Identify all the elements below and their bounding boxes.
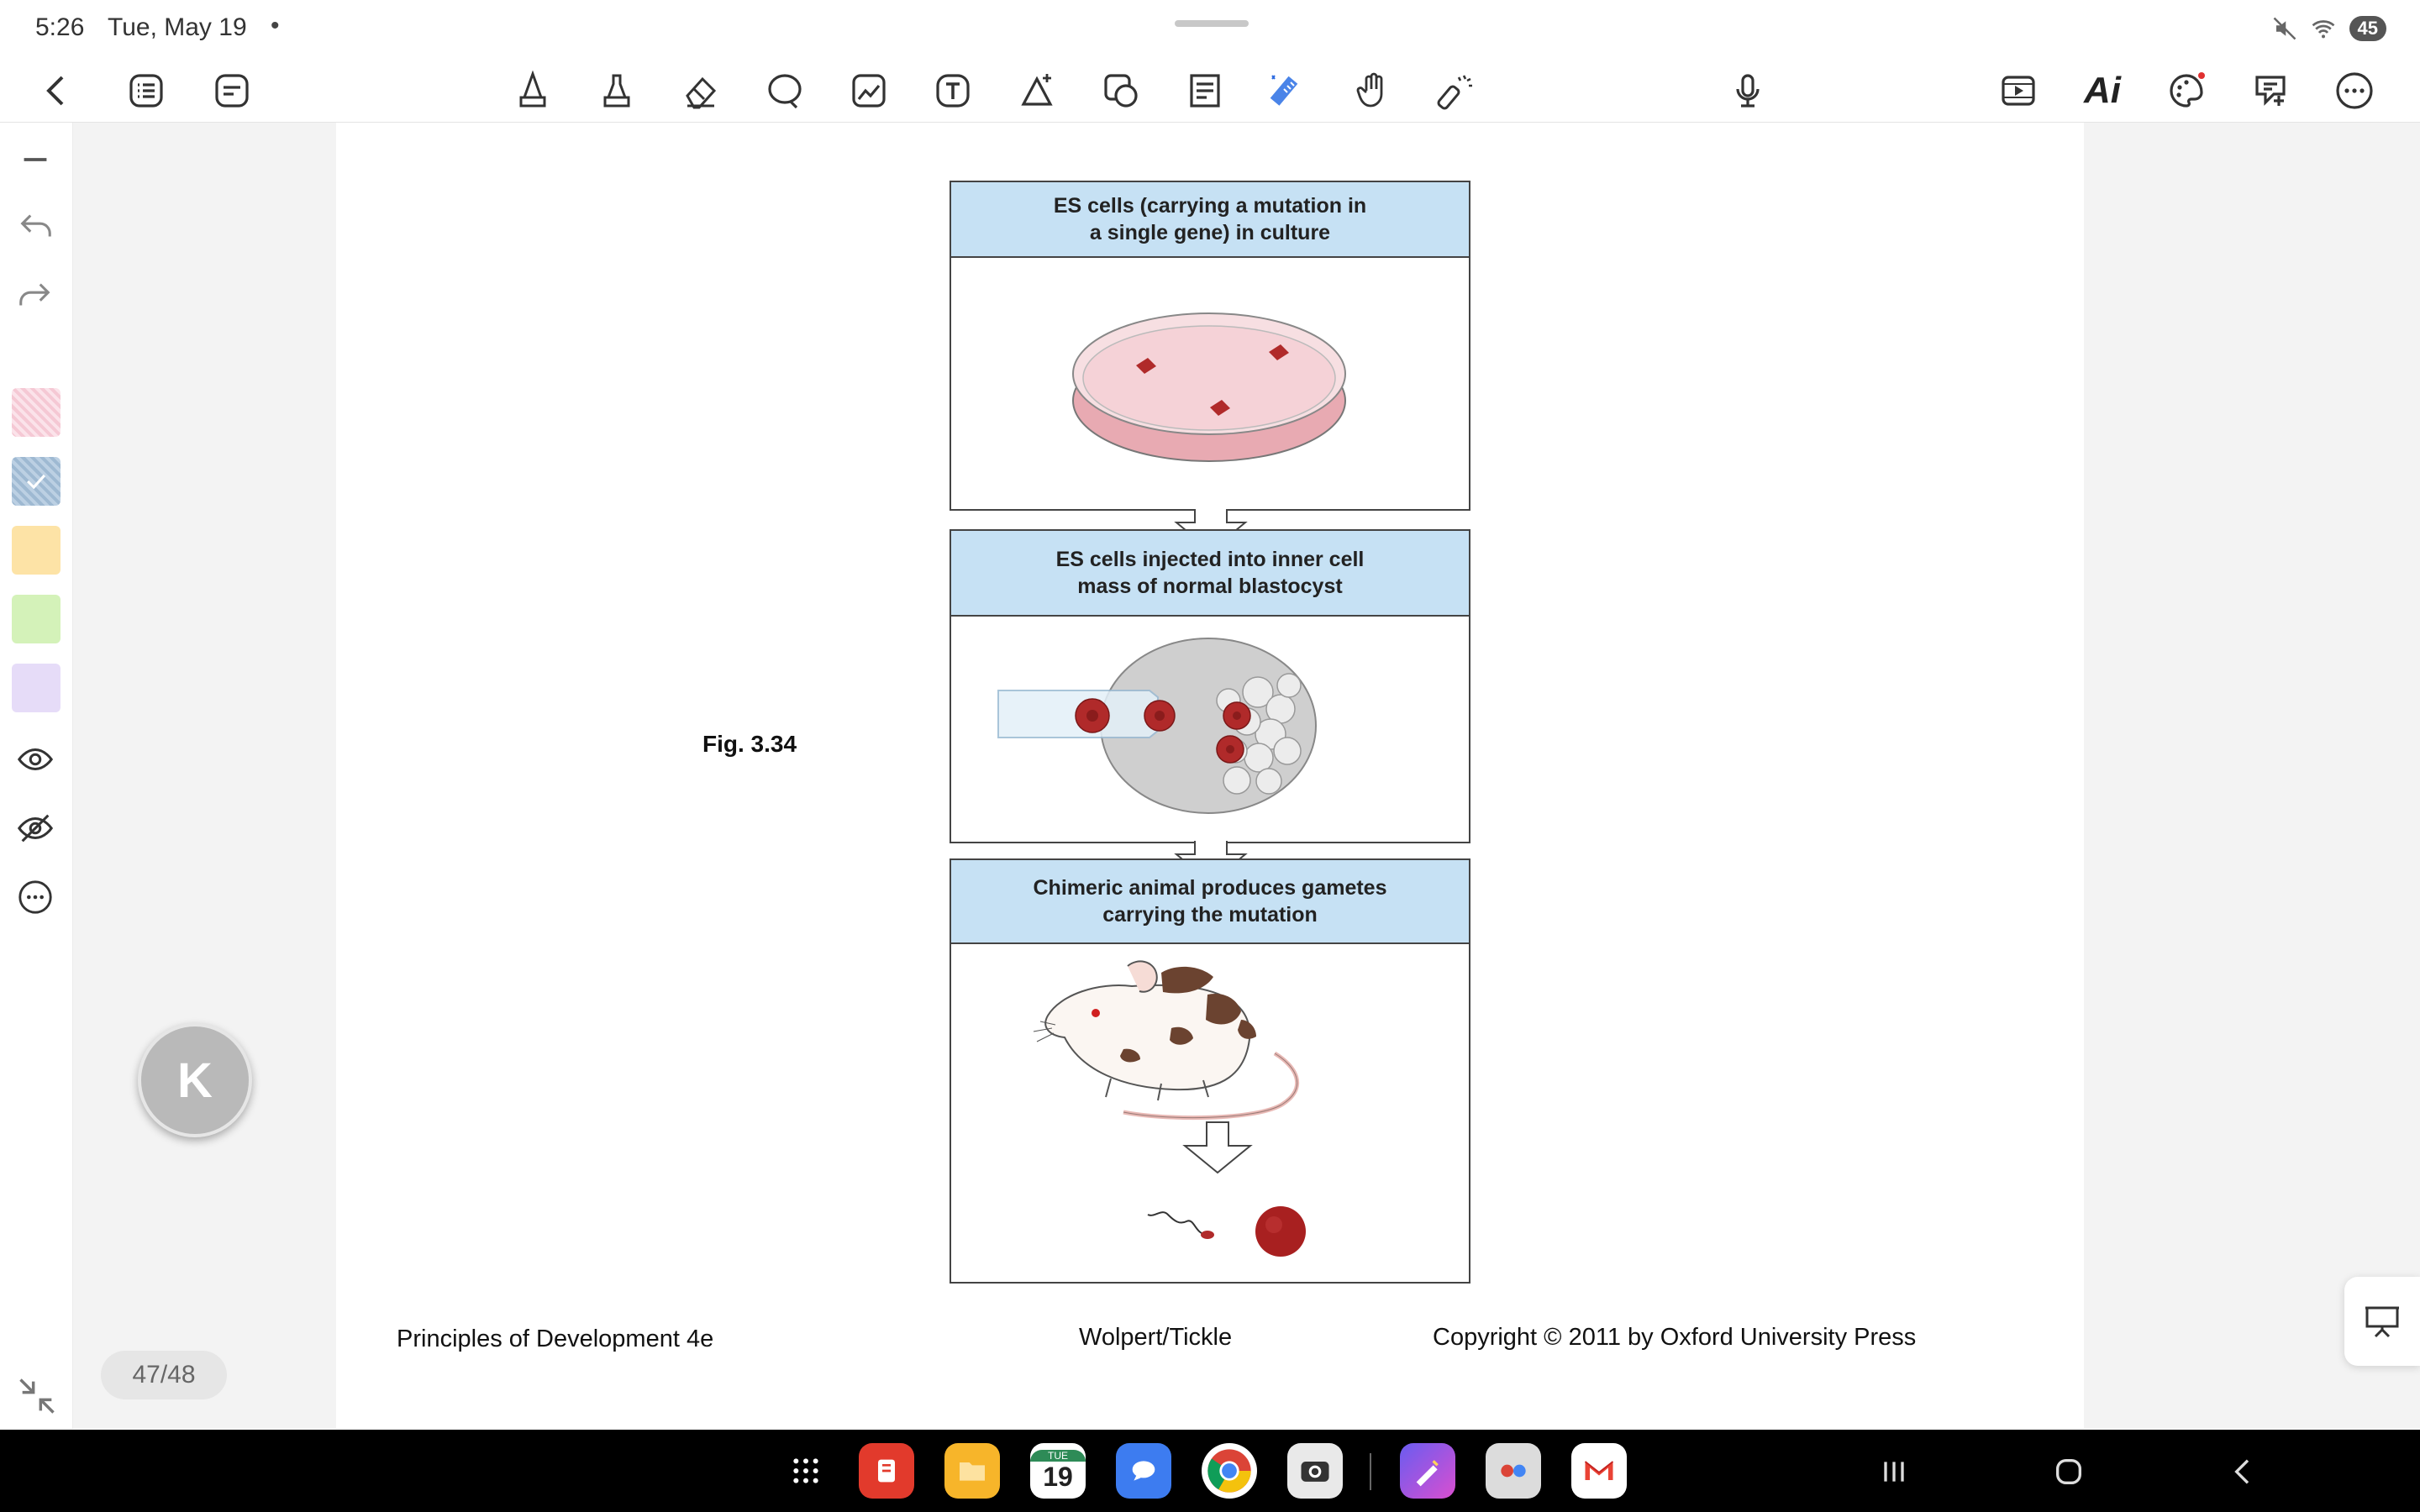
multi-app-icon[interactable] bbox=[1486, 1443, 1541, 1499]
app-drawer-icon[interactable] bbox=[778, 1443, 834, 1499]
calendar-app-icon[interactable]: TUE 19 bbox=[1030, 1443, 1086, 1499]
home-key[interactable] bbox=[2045, 1448, 2092, 1495]
shape-icon[interactable] bbox=[1012, 66, 1062, 116]
panel-heading-line: ES cells (carrying a mutation in bbox=[1053, 194, 1367, 218]
back-icon[interactable] bbox=[32, 66, 82, 116]
chimeric-mouse-illustration bbox=[1033, 960, 1306, 1257]
page-view-icon[interactable] bbox=[207, 66, 257, 116]
panel-heading-line: ES cells injected into inner cell bbox=[1055, 548, 1365, 571]
panel-heading: ES cells (carrying a mutation in a singl… bbox=[951, 182, 1469, 258]
collapse-icon[interactable] bbox=[15, 1374, 59, 1418]
green-swatch[interactable] bbox=[12, 595, 60, 643]
image-icon[interactable] bbox=[844, 66, 894, 116]
rail-more-icon[interactable] bbox=[8, 870, 62, 924]
page-counter[interactable]: 47/48 bbox=[101, 1351, 227, 1399]
gmail-app-icon[interactable] bbox=[1571, 1443, 1627, 1499]
status-bar: 5:26 Tue, May 19 • 45 bbox=[0, 0, 2420, 59]
dock-divider bbox=[1370, 1453, 1371, 1490]
hand-icon[interactable] bbox=[1348, 66, 1398, 116]
text-icon[interactable] bbox=[928, 66, 978, 116]
eye-icon[interactable] bbox=[8, 732, 62, 786]
system-nav-bar: TUE 19 bbox=[0, 1430, 2420, 1512]
add-note-icon[interactable] bbox=[2245, 66, 2296, 116]
undo-icon[interactable] bbox=[8, 200, 62, 254]
ai-icon[interactable]: Ai bbox=[2077, 66, 2128, 116]
minimize-icon[interactable] bbox=[8, 133, 62, 186]
panel-heading-line: a single gene) in culture bbox=[1089, 221, 1331, 244]
highlighter-icon[interactable] bbox=[592, 66, 642, 116]
template-icon[interactable] bbox=[1180, 66, 1230, 116]
ruler-icon[interactable] bbox=[1264, 66, 1314, 116]
toolbar: Ai bbox=[0, 59, 2420, 123]
recents-key[interactable] bbox=[1870, 1448, 1918, 1495]
panel-heading-line: mass of normal blastocyst bbox=[1077, 575, 1343, 598]
video-icon[interactable] bbox=[1993, 66, 2044, 116]
mute-icon bbox=[2273, 17, 2296, 40]
pen-icon[interactable] bbox=[508, 66, 558, 116]
wifi-icon bbox=[2312, 20, 2334, 39]
panel-heading-line: carrying the mutation bbox=[1102, 903, 1318, 927]
calendar-day: 19 bbox=[1043, 1461, 1073, 1492]
left-rail bbox=[0, 123, 73, 1429]
back-key[interactable] bbox=[2220, 1448, 2267, 1495]
laser-pointer-icon[interactable] bbox=[1432, 66, 1482, 116]
check-icon bbox=[26, 474, 46, 490]
blastocyst-illustration bbox=[997, 638, 1317, 814]
panel-blastocyst-injection: ES cells injected into inner cell mass o… bbox=[950, 529, 1470, 843]
chrome-app-icon[interactable] bbox=[1202, 1443, 1257, 1499]
window-drag-handle[interactable] bbox=[1175, 20, 1249, 27]
yellow-swatch[interactable] bbox=[12, 526, 60, 575]
panel-heading: ES cells injected into inner cell mass o… bbox=[951, 531, 1469, 617]
footer-book-title: Principles of Development 4e bbox=[397, 1326, 714, 1352]
petri-dish-illustration bbox=[1072, 312, 1346, 462]
list-icon[interactable] bbox=[121, 66, 171, 116]
footer-authors: Wolpert/Tickle bbox=[1079, 1324, 1233, 1351]
footer-copyright: Copyright © 2011 by Oxford University Pr… bbox=[1433, 1324, 1917, 1351]
camera-app-icon[interactable] bbox=[1287, 1443, 1343, 1499]
blue-swatch-selected[interactable] bbox=[12, 457, 60, 506]
lavender-swatch[interactable] bbox=[12, 664, 60, 712]
calendar-weekday: TUE bbox=[1030, 1449, 1086, 1462]
status-time: 5:26 bbox=[35, 13, 85, 41]
paint-app-icon[interactable] bbox=[1400, 1443, 1455, 1499]
panel-es-culture: ES cells (carrying a mutation in a singl… bbox=[950, 181, 1470, 511]
presentation-button[interactable] bbox=[2344, 1277, 2420, 1366]
status-icons: 45 bbox=[2272, 12, 2386, 45]
lasso-icon[interactable] bbox=[760, 66, 810, 116]
status-date: Tue, May 19 bbox=[108, 13, 247, 41]
eye-off-icon[interactable] bbox=[8, 801, 62, 855]
floating-k-button[interactable]: K bbox=[138, 1023, 252, 1137]
palette-icon[interactable] bbox=[2161, 66, 2212, 116]
presentation-icon bbox=[2365, 1306, 2399, 1338]
files-app-icon[interactable] bbox=[944, 1443, 1000, 1499]
more-icon[interactable] bbox=[2329, 66, 2380, 116]
redo-icon[interactable] bbox=[8, 269, 62, 323]
panel-chimeric-animal: Chimeric animal produces gametes carryin… bbox=[950, 858, 1470, 1284]
eraser-icon[interactable] bbox=[676, 66, 726, 116]
pink-swatch[interactable] bbox=[12, 388, 60, 437]
sticker-icon[interactable] bbox=[1096, 66, 1146, 116]
status-dot: • bbox=[271, 12, 280, 39]
figure-label: Fig. 3.34 bbox=[702, 731, 797, 757]
microphone-icon[interactable] bbox=[1723, 66, 1773, 116]
notes-app-icon[interactable] bbox=[859, 1443, 914, 1499]
panel-heading-line: Chimeric animal produces gametes bbox=[1033, 876, 1387, 900]
panel-heading: Chimeric animal produces gametes carryin… bbox=[951, 860, 1469, 944]
battery-icon: 45 bbox=[2349, 16, 2386, 41]
messages-app-icon[interactable] bbox=[1116, 1443, 1171, 1499]
